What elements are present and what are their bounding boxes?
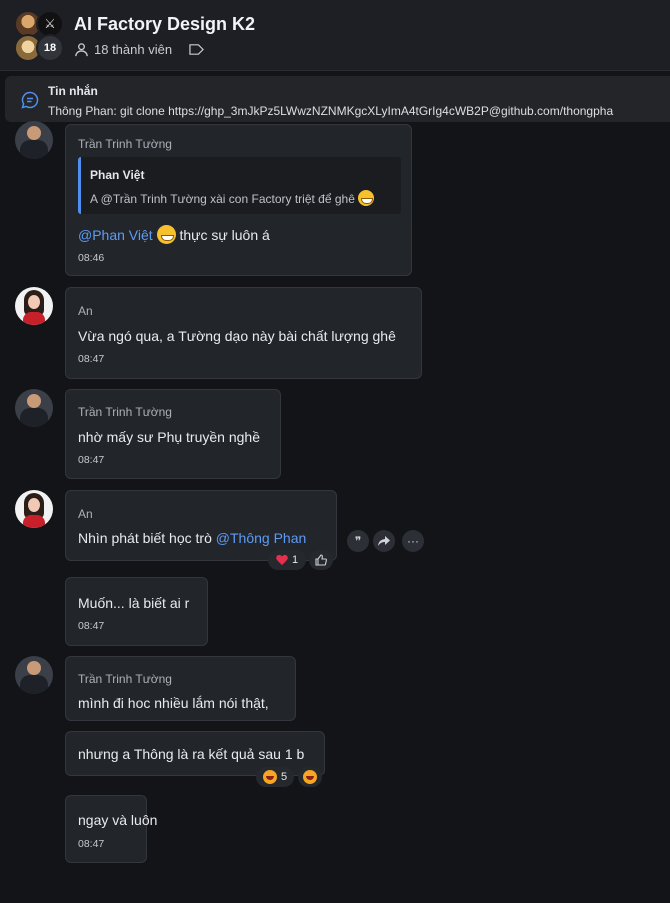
person-icon	[75, 43, 88, 57]
message-bubble[interactable]: Trần Trinh Tường nhờ mấy sư Phụ truyền n…	[65, 389, 281, 479]
avatar[interactable]	[15, 121, 53, 159]
message-bubble[interactable]: ngay và luôn 08:47	[65, 795, 157, 863]
like-reaction-button[interactable]	[309, 550, 333, 570]
chat-bubble-icon	[21, 91, 39, 109]
pinned-message-banner[interactable]: Tin nhắn Thông Phan: git clone https://g…	[5, 76, 670, 122]
more-options-button[interactable]: ···	[402, 530, 424, 552]
message-text: nhờ mấy sư Phụ truyền nghề	[78, 429, 260, 445]
quoted-message[interactable]: Phan Việt A @Trần Trinh Tường xài con Fa…	[78, 157, 401, 214]
sender-name: An	[78, 507, 93, 521]
mention-link[interactable]: @Phan Việt	[78, 227, 153, 243]
message-text: Muốn... là biết ai r	[78, 595, 190, 611]
reaction-count: 1	[291, 554, 299, 566]
message-text: @Phan Việt thực sự luôn á	[78, 225, 270, 244]
grin-emoji-icon	[358, 190, 375, 206]
message-text: Vừa ngó qua, a Tường dạo này bài chất lư…	[78, 328, 396, 344]
message-bubble[interactable]: An Vừa ngó qua, a Tường dạo này bài chất…	[65, 287, 422, 379]
group-avatar[interactable]: ⚔ 18	[14, 10, 64, 62]
grin-emoji-icon	[156, 225, 176, 244]
heart-icon	[276, 555, 288, 566]
message-time: 08:47	[78, 353, 105, 365]
laugh-emoji-icon	[262, 770, 277, 784]
thumbs-up-icon	[315, 554, 327, 566]
avatar[interactable]	[15, 389, 53, 427]
message-time: 08:47	[78, 454, 105, 466]
avatar[interactable]	[15, 287, 53, 325]
message-bubble[interactable]: Trần Trinh Tường Phan Việt A @Trần Trinh…	[65, 124, 412, 276]
message-text: mình đi hoc nhiều lắm nói thật,	[78, 695, 269, 711]
forward-button[interactable]	[373, 530, 395, 552]
message-time: 08:47	[78, 838, 105, 850]
message-text: nhưng a Thông là ra kết quả sau 1 b	[78, 746, 305, 762]
quote-reply-button[interactable]: ❞	[347, 530, 369, 552]
message-time: 08:46	[78, 252, 105, 264]
message-text: Nhìn phát biết học trò @Thông Phan	[78, 530, 307, 546]
members-link[interactable]: 18 thành viên	[74, 42, 205, 57]
member-count-badge: 18	[36, 34, 64, 62]
reaction-laugh[interactable]: 5	[256, 767, 294, 787]
avatar[interactable]	[15, 490, 53, 528]
message-bubble[interactable]: Muốn... là biết ai r 08:47	[65, 577, 208, 646]
ellipsis-icon: ···	[407, 534, 419, 548]
laugh-emoji-icon	[303, 770, 317, 784]
message-text: ngay và luôn	[78, 812, 158, 828]
share-icon	[378, 536, 390, 546]
message-bubble[interactable]: Trần Trinh Tường mình đi hoc nhiều lắm n…	[65, 656, 296, 721]
members-label: 18 thành viên	[94, 42, 173, 57]
reaction-count: 5	[280, 771, 288, 783]
sender-name: Trần Trinh Tường	[78, 137, 172, 151]
tag-icon[interactable]	[189, 42, 205, 57]
quote-sender: Phan Việt	[90, 168, 145, 182]
mention-link[interactable]: @Thông Phan	[216, 530, 307, 546]
avatar[interactable]	[15, 656, 53, 694]
reaction-heart[interactable]: 1	[268, 550, 306, 570]
chat-header: ⚔ 18 AI Factory Design K2 18 thành viên	[0, 0, 670, 71]
pinned-title: Tin nhắn	[48, 84, 98, 98]
sender-name: Trần Trinh Tường	[78, 405, 172, 419]
sender-name: An	[78, 304, 93, 318]
quote-text: A @Trần Trinh Tường xài con Factory triệ…	[90, 190, 375, 206]
group-title[interactable]: AI Factory Design K2	[74, 14, 255, 35]
message-time: 08:47	[78, 620, 105, 632]
sender-name: Trần Trinh Tường	[78, 672, 172, 686]
add-reaction-button[interactable]	[298, 767, 322, 787]
pinned-body: Thông Phan: git clone https://ghp_3mJkPz…	[48, 104, 614, 118]
